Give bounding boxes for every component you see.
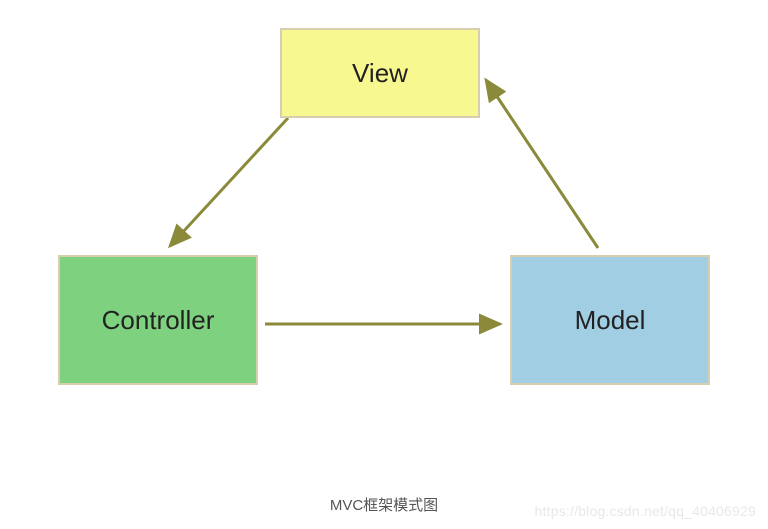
node-model-label: Model xyxy=(575,305,646,336)
node-controller-label: Controller xyxy=(102,305,215,336)
node-view-label: View xyxy=(352,58,408,89)
arrow-view-to-controller xyxy=(170,118,288,246)
node-controller: Controller xyxy=(58,255,258,385)
node-model: Model xyxy=(510,255,710,385)
arrow-model-to-view xyxy=(486,80,598,248)
watermark-text: https://blog.csdn.net/qq_40406929 xyxy=(535,503,756,519)
node-view: View xyxy=(280,28,480,118)
mvc-diagram: View Controller Model xyxy=(0,0,768,480)
